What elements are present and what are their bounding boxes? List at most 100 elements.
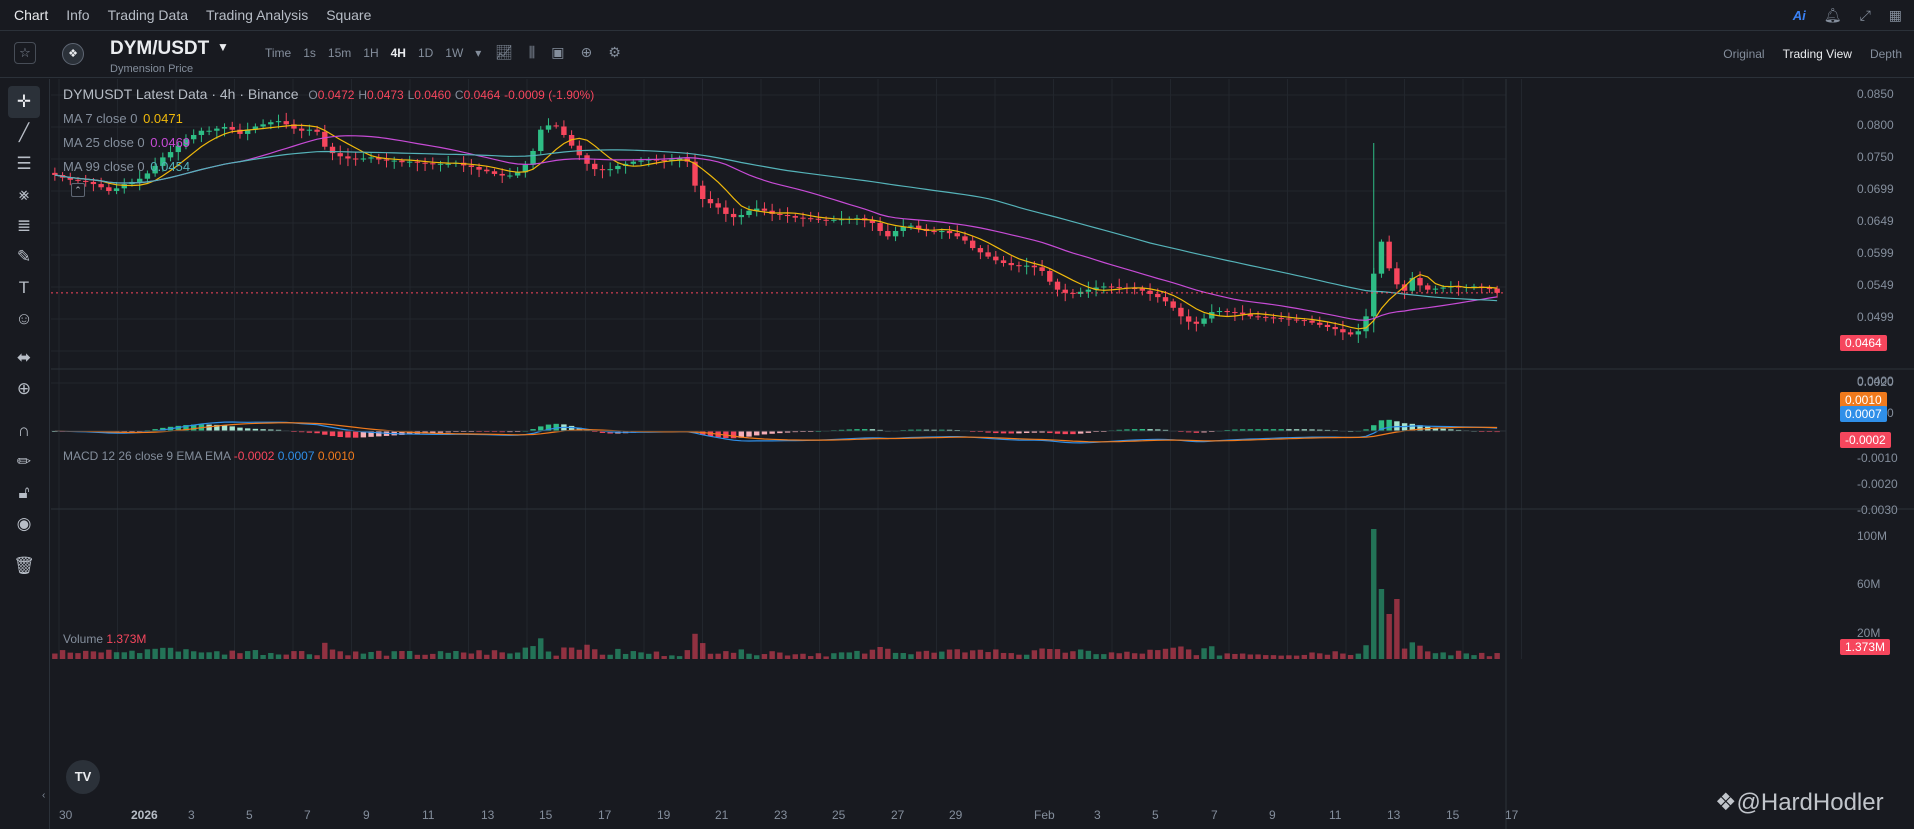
add-circle-icon[interactable]: ⊕ xyxy=(580,44,592,61)
volume-bar xyxy=(1131,653,1138,659)
star-icon[interactable]: ☆ xyxy=(14,42,36,64)
pair-selector[interactable]: DYM/USDT xyxy=(110,38,209,60)
candle-body xyxy=(615,165,621,170)
candle-body xyxy=(1239,312,1246,315)
pair-caret-icon[interactable]: ▼ xyxy=(217,40,229,54)
view-original[interactable]: Original xyxy=(1723,47,1764,61)
ma7-legend[interactable]: MA 7 close 0 0.0471 xyxy=(63,111,183,126)
tab-trading-analysis[interactable]: Trading Analysis xyxy=(206,7,308,23)
candle-body xyxy=(445,163,451,165)
view-depth[interactable]: Depth xyxy=(1870,47,1902,61)
candle-body xyxy=(599,169,606,171)
date-tick: 23 xyxy=(774,808,788,822)
tab-square[interactable]: Square xyxy=(326,7,371,23)
interval-1s[interactable]: 1s xyxy=(303,46,316,60)
view-trading-view[interactable]: Trading View xyxy=(1783,47,1852,61)
interval-time[interactable]: Time xyxy=(265,46,291,60)
candle-body xyxy=(1425,285,1431,290)
settings-gear-icon[interactable]: ⚙ xyxy=(608,44,621,61)
candle-body xyxy=(808,218,814,220)
volume-tick: 100M xyxy=(1857,529,1888,543)
ai-icon[interactable]: Ai xyxy=(1793,8,1806,23)
volume-bar xyxy=(861,653,868,659)
volume-bar xyxy=(1201,648,1207,659)
candle-body xyxy=(1008,263,1014,266)
volume-bar xyxy=(592,649,598,659)
candle-body xyxy=(190,135,197,140)
horizontal-lines-icon[interactable]: ☰ xyxy=(8,148,40,180)
macd-histogram-bar xyxy=(1371,425,1377,431)
interval-more-icon[interactable]: ▾ xyxy=(475,46,481,60)
volume-legend[interactable]: Volume 1.373M xyxy=(63,632,146,646)
volume-bar xyxy=(892,652,899,659)
ma25-legend[interactable]: MA 25 close 0 0.0469 xyxy=(63,135,190,150)
candle-body xyxy=(1108,286,1115,288)
indicators-icon[interactable]: 📈︎ xyxy=(495,44,513,61)
candle-body xyxy=(468,165,475,167)
candle-body xyxy=(1216,311,1223,313)
crosshair-icon[interactable]: ✛ xyxy=(8,86,40,118)
lock-drawing-icon[interactable]: ✏ xyxy=(8,446,40,478)
chart-type-icon[interactable]: ⫼ xyxy=(529,44,535,61)
volume-bar xyxy=(1401,648,1408,659)
tab-trading-data[interactable]: Trading Data xyxy=(108,7,188,23)
collapse-arrows-icon[interactable]: ⤢ xyxy=(1860,7,1871,24)
candle-body xyxy=(1085,289,1092,292)
ruler-icon[interactable]: ⬌ xyxy=(8,342,40,374)
interval-1w[interactable]: 1W xyxy=(445,46,463,60)
volume-bar xyxy=(422,654,428,659)
sidebar-collapse-icon[interactable]: ‹ xyxy=(42,790,45,801)
interval-1h[interactable]: 1H xyxy=(363,46,378,60)
volume-bar xyxy=(1371,529,1377,659)
candle-body xyxy=(499,173,505,176)
pair-subtitle[interactable]: Dymension Price xyxy=(110,63,193,75)
fib-tool-icon[interactable]: ≣ xyxy=(8,210,40,242)
ma7-value: 0.0471 xyxy=(143,111,183,126)
volume-bar xyxy=(584,644,590,659)
layout-grid-icon[interactable]: ▦ xyxy=(1889,7,1902,24)
tab-chart[interactable]: Chart xyxy=(14,7,48,23)
ma25-value: 0.0469 xyxy=(150,135,191,150)
candle-body xyxy=(1023,265,1030,267)
volume-bar xyxy=(1309,652,1315,659)
candle-body xyxy=(1301,320,1308,322)
brush-icon[interactable]: ✎ xyxy=(8,241,40,273)
candle-body xyxy=(1432,288,1439,290)
unlock-icon[interactable]: 🔓︎ xyxy=(8,477,40,509)
chart-plot-area[interactable]: DYMUSDT Latest Data · 4h · Binance O0.04… xyxy=(51,79,1914,829)
interval-4h[interactable]: 4H xyxy=(391,46,406,60)
volume-bar xyxy=(1062,652,1068,659)
eye-icon[interactable]: ◉ xyxy=(8,508,40,540)
macd-legend[interactable]: MACD 12 26 close 9 EMA EMA -0.0002 0.000… xyxy=(63,449,355,463)
interval-1d[interactable]: 1D xyxy=(418,46,433,60)
volume-bar xyxy=(622,653,629,659)
camera-icon[interactable]: ▣ xyxy=(551,44,564,61)
magnet-icon[interactable]: ∩ xyxy=(8,415,40,447)
candle-body xyxy=(136,178,143,182)
volume-bar xyxy=(692,633,698,659)
volume-bar xyxy=(352,651,359,659)
trend-line-icon[interactable]: ╱ xyxy=(8,117,40,149)
volume-bar xyxy=(1185,649,1192,659)
date-tick: 3 xyxy=(1094,808,1101,822)
volume-bar xyxy=(954,649,960,659)
candle-body xyxy=(298,128,305,131)
tradingview-logo-icon[interactable]: TV xyxy=(66,760,100,794)
text-tool-icon[interactable]: T xyxy=(8,272,40,304)
zoom-in-icon[interactable]: ⊕ xyxy=(8,373,40,405)
bell-icon[interactable]: 🔔︎ xyxy=(1824,7,1842,24)
volume-bar xyxy=(229,650,235,659)
candle-body xyxy=(985,252,991,257)
collapse-legend-icon[interactable]: ⌃ xyxy=(71,183,85,197)
candle-body xyxy=(1440,287,1446,289)
volume-bar xyxy=(152,648,158,659)
trash-icon[interactable]: 🗑︎ xyxy=(8,550,40,582)
volume-bar xyxy=(1332,651,1338,659)
volume-bar xyxy=(777,652,783,659)
emoji-icon[interactable]: ☺ xyxy=(8,303,40,335)
volume-bar xyxy=(754,655,760,659)
tab-info[interactable]: Info xyxy=(66,7,89,23)
ma99-legend[interactable]: MA 99 close 0 0.0454 xyxy=(63,159,190,174)
interval-15m[interactable]: 15m xyxy=(328,46,351,60)
pattern-tool-icon[interactable]: ⨳ xyxy=(8,179,40,211)
